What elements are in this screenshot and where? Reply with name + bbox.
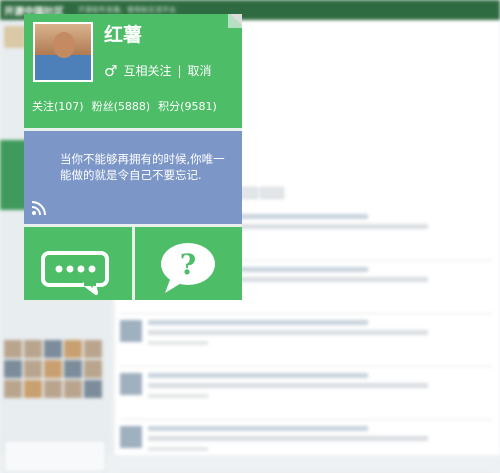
fan-avatar[interactable]: [64, 340, 82, 358]
fan-avatar[interactable]: [44, 340, 62, 358]
bio-text: 当你不能够再拥有的时候,你唯一能做的就是令自己不要忘记.: [60, 152, 225, 182]
fan-avatar[interactable]: [24, 380, 42, 398]
points-count[interactable]: 积分(9581): [158, 98, 217, 114]
fan-avatar[interactable]: [64, 380, 82, 398]
ask-question-button[interactable]: ?: [135, 227, 242, 300]
fans-count[interactable]: 粉丝(5888): [92, 98, 151, 114]
question-bubble-icon: ?: [161, 243, 215, 293]
fans-avatar-grid: [4, 340, 104, 398]
following-count[interactable]: 关注(107): [32, 98, 84, 114]
fan-avatar[interactable]: [44, 360, 62, 378]
feed-item: [120, 420, 492, 473]
feed-item: [120, 314, 492, 367]
fan-avatar[interactable]: [84, 340, 102, 358]
fan-avatar[interactable]: [4, 340, 22, 358]
fan-avatar[interactable]: [24, 340, 42, 358]
mutual-follow-label: 互相关注: [123, 64, 172, 78]
male-icon: ♂: [104, 61, 118, 80]
feed-item: [120, 367, 492, 420]
user-name[interactable]: 红薯: [104, 23, 142, 47]
rss-icon[interactable]: [31, 200, 47, 216]
avatar[interactable]: [33, 22, 93, 82]
page-curl-corner: [228, 14, 242, 28]
svg-text:?: ?: [180, 248, 196, 281]
send-message-button[interactable]: [24, 227, 132, 300]
feed-avatar[interactable]: [120, 320, 142, 342]
sidebar-avatar: [4, 26, 26, 48]
separator: |: [177, 63, 182, 78]
sidebar-brand-box: [4, 440, 106, 472]
feed-tab[interactable]: [260, 187, 284, 199]
user-stats: 关注(107) 粉丝(5888) 积分(9581): [32, 98, 217, 114]
message-bubble-icon: [41, 251, 109, 295]
feed-avatar[interactable]: [120, 373, 142, 395]
user-profile-card: 红薯 ♂ 互相关注 | 取消 关注(107) 粉丝(5888) 积分(9581)…: [24, 14, 242, 300]
fan-avatar[interactable]: [64, 360, 82, 378]
profile-header: 红薯 ♂ 互相关注 | 取消 关注(107) 粉丝(5888) 积分(9581): [24, 14, 242, 128]
feed-avatar[interactable]: [120, 426, 142, 448]
fan-avatar[interactable]: [84, 360, 102, 378]
bio-section: 当你不能够再拥有的时候,你唯一能做的就是令自己不要忘记.: [24, 131, 242, 224]
fan-avatar[interactable]: [24, 360, 42, 378]
fan-avatar[interactable]: [4, 360, 22, 378]
fan-avatar[interactable]: [4, 380, 22, 398]
follow-status: ♂ 互相关注 | 取消: [104, 62, 212, 79]
fan-avatar[interactable]: [84, 380, 102, 398]
fan-avatar[interactable]: [44, 380, 62, 398]
unfollow-link[interactable]: 取消: [188, 62, 212, 79]
